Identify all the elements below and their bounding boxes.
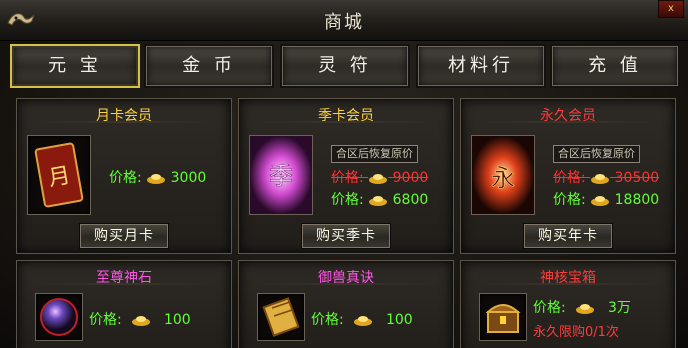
price-value: 3000	[170, 170, 207, 186]
item-card-scroll: 御兽真诀 价格: 100	[238, 260, 454, 348]
price-label: 价格:	[89, 312, 122, 328]
crystal-orb-icon[interactable]	[35, 293, 83, 341]
price-label: 价格:	[553, 192, 586, 208]
tab-label: 充 值	[588, 55, 642, 76]
item-card-chest: 神核宝箱 价格: 3万 永久限购0/1次	[460, 260, 676, 348]
original-price-row: 价格: 30500	[553, 170, 660, 186]
scroll-icon[interactable]	[257, 293, 305, 341]
gold-ingot-icon	[575, 304, 594, 314]
price-row: 价格: 3万	[533, 297, 631, 317]
close-icon: x	[668, 3, 674, 14]
buy-quarterly-button[interactable]: 购买季卡	[301, 223, 391, 249]
original-price-row: 价格: 9000	[331, 170, 429, 186]
price-value: 3万	[607, 300, 631, 316]
item-card-monthly: 月卡会员 月 价格: 3000 购买月卡	[16, 98, 232, 254]
title-bar[interactable]: 商城 x	[0, 0, 688, 41]
window-title: 商城	[324, 12, 364, 33]
price-row: 价格: 100	[89, 309, 191, 329]
purchase-limit: 永久限购0/1次	[533, 325, 619, 340]
gold-ingot-icon	[369, 196, 388, 206]
price-label: 价格:	[311, 312, 344, 328]
gold-ingot-icon	[591, 196, 610, 206]
price-row: 价格: 3000	[109, 167, 206, 187]
close-button[interactable]: x	[658, 0, 684, 18]
tab-label: 元 宝	[48, 55, 102, 76]
gold-ingot-icon	[369, 174, 388, 184]
price-row: 价格: 100	[311, 309, 413, 329]
svg-text:季: 季	[269, 162, 293, 190]
item-card-quarterly: 季卡会员 季 合区后恢复原价 价格: 9000 价格: 6800 购买季卡	[238, 98, 454, 254]
item-grid: 月卡会员 月 价格: 3000 购买月卡 季卡会员 季 合区后恢复原价 价格: …	[10, 92, 682, 348]
tab-recharge[interactable]: 充 值	[550, 44, 680, 88]
svg-text:月: 月	[46, 163, 72, 191]
tab-label: 金 币	[182, 55, 236, 76]
price-value: 100	[163, 312, 191, 328]
gold-ingot-icon	[591, 174, 610, 184]
svg-text:永: 永	[491, 164, 515, 192]
price-value: 6800	[392, 192, 429, 208]
permanent-card-icon[interactable]: 永	[471, 135, 535, 215]
gold-ingot-icon	[353, 316, 372, 326]
price-value: 18800	[614, 192, 660, 208]
tab-jinbi[interactable]: 金 币	[144, 44, 274, 88]
gold-ingot-icon	[147, 174, 166, 184]
shop-window: 商城 x 元 宝 金 币 灵 符 材料行 充 值 月卡会员 月 价格: 3000	[0, 0, 688, 348]
tab-lingfu[interactable]: 灵 符	[280, 44, 410, 88]
item-card-stone: 至尊神石 价格: 100	[16, 260, 232, 348]
month-card-icon[interactable]: 月	[27, 135, 91, 215]
item-card-permanent: 永久会员 永 合区后恢复原价 价格: 30500 价格: 18800 购买年卡	[460, 98, 676, 254]
buy-permanent-button[interactable]: 购买年卡	[523, 223, 613, 249]
buy-monthly-button[interactable]: 购买月卡	[79, 223, 169, 249]
tab-yuanbao[interactable]: 元 宝	[10, 44, 140, 88]
tab-label: 材料行	[448, 55, 514, 76]
price-row: 价格: 18800	[553, 189, 659, 209]
price-label: 价格:	[533, 300, 566, 316]
price-label: 价格:	[109, 170, 142, 186]
tab-bar: 元 宝 金 币 灵 符 材料行 充 值	[10, 44, 682, 88]
season-card-icon[interactable]: 季	[249, 135, 313, 215]
gold-ingot-icon	[131, 316, 150, 326]
price-label: 价格:	[331, 192, 364, 208]
restore-price-note: 合区后恢复原价	[331, 145, 418, 163]
price-value: 100	[385, 312, 413, 328]
tab-label: 灵 符	[318, 55, 372, 76]
treasure-chest-icon[interactable]	[479, 293, 527, 341]
price-row: 价格: 6800	[331, 189, 428, 209]
tab-materials[interactable]: 材料行	[416, 44, 546, 88]
restore-price-note: 合区后恢复原价	[553, 145, 640, 163]
